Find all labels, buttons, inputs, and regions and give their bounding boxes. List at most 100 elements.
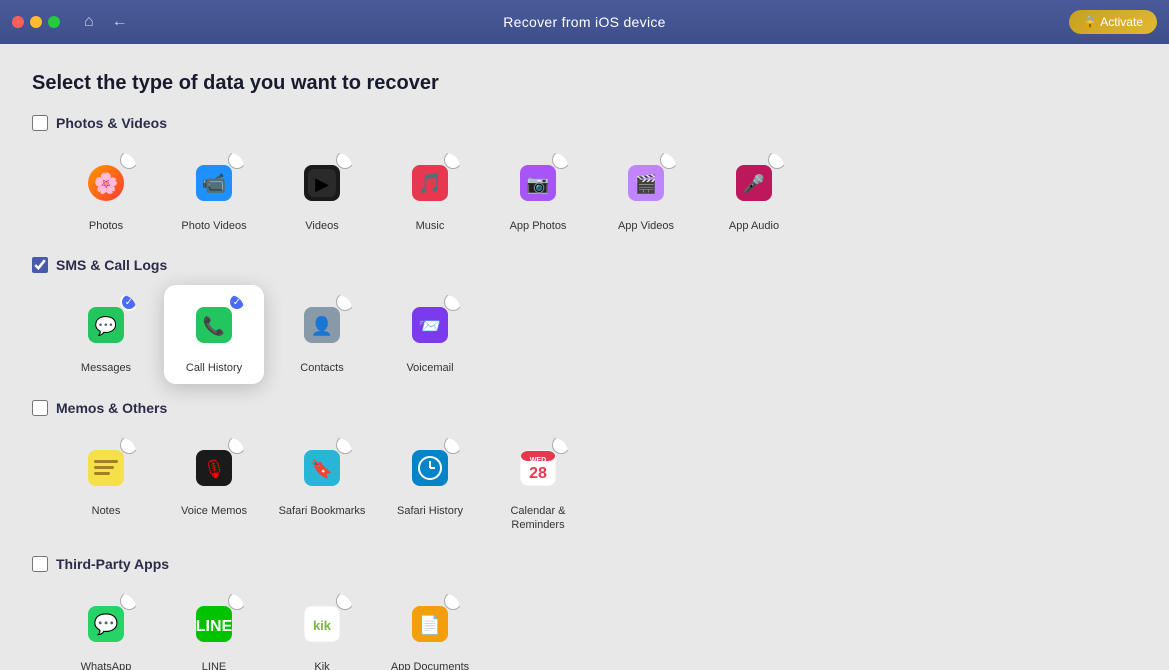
app-name-kik: Kik	[314, 660, 329, 670]
app-item-kik[interactable]: kik Kik	[272, 584, 372, 670]
activate-button[interactable]: 🔒 Activate	[1069, 10, 1157, 34]
app-item-app-audio[interactable]: 🎤App Audio	[704, 143, 804, 241]
category-checkbox-photos-videos[interactable]	[32, 115, 48, 131]
category-header-photos-videos: Photos & Videos	[32, 115, 1137, 131]
app-icon-kik: kik	[292, 594, 352, 654]
app-uncheck-voice-memos	[228, 438, 244, 454]
app-name-videos: Videos	[305, 219, 338, 233]
category-third-party-apps: Third-Party Apps 💬WhatsApp LINE LINE kik Kik 📄…	[32, 556, 1137, 670]
app-uncheck-whatsapp	[120, 594, 136, 610]
svg-text:🔖: 🔖	[311, 458, 333, 479]
app-item-music[interactable]: 🎵Music	[380, 143, 480, 241]
category-header-sms-call-logs: SMS & Call Logs	[32, 257, 1137, 273]
app-icon-call-history: 📞✓	[184, 295, 244, 355]
app-name-calendar: Calendar & Reminders	[494, 504, 582, 533]
category-label-photos-videos: Photos & Videos	[56, 115, 167, 131]
app-uncheck-photos	[120, 153, 136, 169]
category-photos-videos: Photos & Videos 🌸 Photos 📹Photo Videos ▶ Vide…	[32, 115, 1137, 241]
category-label-third-party-apps: Third-Party Apps	[56, 556, 169, 572]
app-item-messages[interactable]: 💬✓Messages	[56, 285, 156, 383]
svg-text:📹: 📹	[202, 173, 227, 195]
svg-text:🎤: 🎤	[743, 173, 765, 194]
svg-text:👤: 👤	[311, 315, 333, 336]
svg-text:🎵: 🎵	[418, 172, 443, 195]
app-name-call-history: Call History	[186, 361, 242, 375]
app-name-app-documents: App Documents	[391, 660, 469, 670]
svg-text:💬: 💬	[94, 612, 119, 636]
category-checkbox-third-party-apps[interactable]	[32, 556, 48, 572]
categories-container: Photos & Videos 🌸 Photos 📹Photo Videos ▶ Vide…	[32, 115, 1137, 670]
app-check-messages: ✓	[120, 295, 136, 311]
app-name-line: LINE	[202, 660, 226, 670]
app-uncheck-app-photos	[552, 153, 568, 169]
svg-text:💬: 💬	[95, 315, 117, 336]
app-item-calendar[interactable]: WED28Calendar & Reminders	[488, 428, 588, 541]
app-item-app-documents[interactable]: 📄 App Documents	[380, 584, 480, 670]
app-icon-photo-videos: 📹	[184, 153, 244, 213]
app-icon-contacts: 👤	[292, 295, 352, 355]
app-item-safari-bookmarks[interactable]: 🔖 Safari Bookmarks	[272, 428, 372, 541]
app-uncheck-line	[228, 594, 244, 610]
svg-text:📄: 📄	[419, 614, 441, 635]
category-memos-others: Memos & Others Notes🎙Voice Memos 🔖 Safari B…	[32, 400, 1137, 541]
app-grid-memos-others: Notes🎙Voice Memos 🔖 Safari Bookmarks Safari…	[32, 428, 1137, 541]
back-button[interactable]: ←	[108, 9, 132, 35]
category-label-memos-others: Memos & Others	[56, 400, 167, 416]
app-grid-sms-call-logs: 💬✓Messages📞✓Call History👤Contacts📨Voicem…	[32, 285, 1137, 383]
app-name-contacts: Contacts	[300, 361, 343, 375]
app-name-app-videos: App Videos	[618, 219, 674, 233]
app-item-voicemail[interactable]: 📨 Voicemail	[380, 285, 480, 383]
page-title: Select the type of data you want to reco…	[32, 72, 1137, 95]
app-icon-notes	[76, 438, 136, 498]
app-icon-music: 🎵	[400, 153, 460, 213]
app-item-contacts[interactable]: 👤 Contacts	[272, 285, 372, 383]
category-label-sms-call-logs: SMS & Call Logs	[56, 257, 167, 273]
app-uncheck-app-videos	[660, 153, 676, 169]
app-uncheck-kik	[336, 594, 352, 610]
app-item-call-history[interactable]: 📞✓ Call History	[164, 285, 264, 383]
app-uncheck-voicemail	[444, 295, 460, 311]
app-item-line[interactable]: LINE LINE	[164, 584, 264, 670]
app-uncheck-app-documents	[444, 594, 460, 610]
app-icon-app-documents: 📄	[400, 594, 460, 654]
app-name-photos: Photos	[89, 219, 123, 233]
app-item-voice-memos[interactable]: 🎙Voice Memos	[164, 428, 264, 541]
svg-text:📞: 📞	[203, 314, 226, 336]
app-name-safari-bookmarks: Safari Bookmarks	[279, 504, 366, 518]
category-header-memos-others: Memos & Others	[32, 400, 1137, 416]
app-item-photo-videos[interactable]: 📹Photo Videos	[164, 143, 264, 241]
category-header-third-party-apps: Third-Party Apps	[32, 556, 1137, 572]
app-icon-videos: ▶	[292, 153, 352, 213]
close-button[interactable]	[12, 16, 24, 28]
app-grid-third-party-apps: 💬WhatsApp LINE LINE kik Kik 📄 App Documents	[32, 584, 1137, 670]
app-uncheck-contacts	[336, 295, 352, 311]
app-uncheck-videos	[336, 153, 352, 169]
app-icon-safari-bookmarks: 🔖	[292, 438, 352, 498]
app-item-safari-history[interactable]: Safari History	[380, 428, 480, 541]
app-item-videos[interactable]: ▶ Videos	[272, 143, 372, 241]
app-item-app-videos[interactable]: 🎬App Videos	[596, 143, 696, 241]
main-content: Select the type of data you want to reco…	[0, 44, 1169, 670]
app-icon-voicemail: 📨	[400, 295, 460, 355]
app-item-notes[interactable]: Notes	[56, 428, 156, 541]
app-uncheck-app-audio	[768, 153, 784, 169]
svg-text:📷: 📷	[527, 174, 549, 194]
app-icon-line: LINE	[184, 594, 244, 654]
svg-text:WED: WED	[530, 457, 546, 464]
maximize-button[interactable]	[48, 16, 60, 28]
app-item-app-photos[interactable]: 📷App Photos	[488, 143, 588, 241]
svg-text:🌸: 🌸	[94, 171, 119, 195]
app-item-photos[interactable]: 🌸 Photos	[56, 143, 156, 241]
category-checkbox-sms-call-logs[interactable]	[32, 257, 48, 273]
window-controls	[12, 16, 60, 28]
category-checkbox-memos-others[interactable]	[32, 400, 48, 416]
app-name-voicemail: Voicemail	[406, 361, 453, 375]
home-button[interactable]: ⌂	[80, 9, 98, 35]
app-icon-messages: 💬✓	[76, 295, 136, 355]
category-sms-call-logs: SMS & Call Logs💬✓Messages📞✓Call History👤…	[32, 257, 1137, 383]
minimize-button[interactable]	[30, 16, 42, 28]
app-name-voice-memos: Voice Memos	[181, 504, 247, 518]
app-icon-app-audio: 🎤	[724, 153, 784, 213]
app-item-whatsapp[interactable]: 💬WhatsApp	[56, 584, 156, 670]
app-name-safari-history: Safari History	[397, 504, 463, 518]
